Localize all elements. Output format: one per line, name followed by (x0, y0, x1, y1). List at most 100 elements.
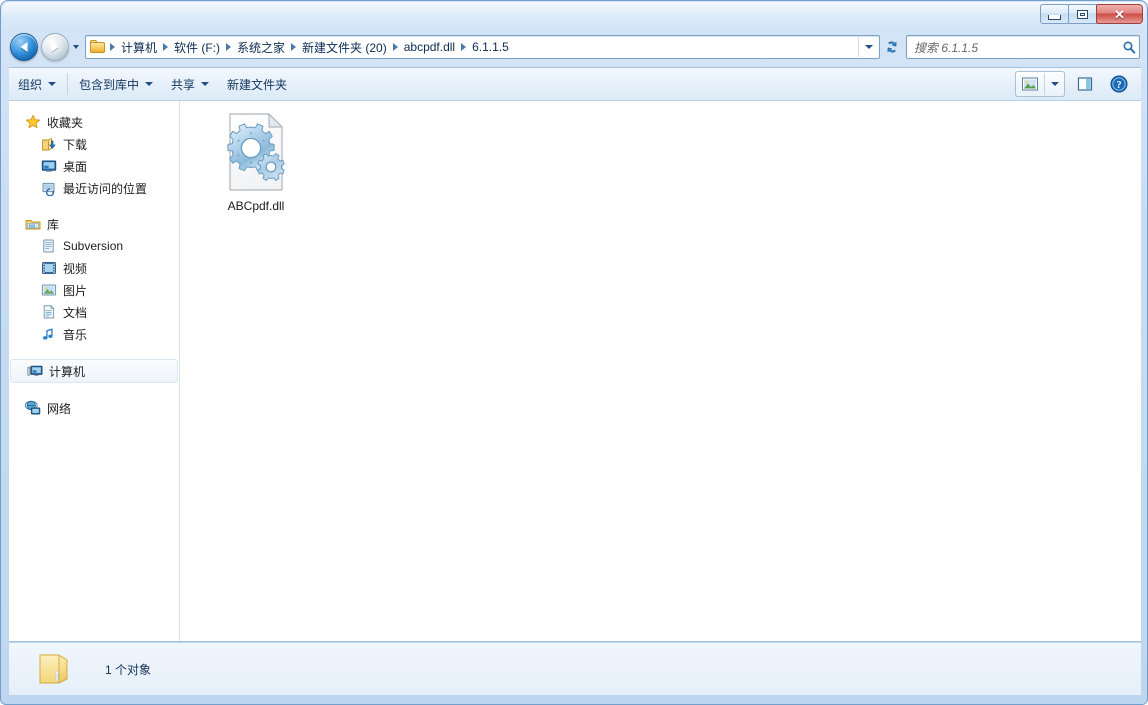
navigation-pane: 收藏夹 下载 (9, 101, 179, 641)
breadcrumb-separator-icon (461, 43, 466, 51)
toolbar-separator (67, 73, 68, 95)
svg-text:?: ? (1116, 80, 1121, 91)
window-controls: ✕ (1040, 3, 1143, 25)
chevron-down-icon (145, 82, 153, 86)
download-icon (41, 136, 57, 152)
chevron-down-icon (1051, 82, 1059, 86)
sidebar-item-computer[interactable]: 计算机 (10, 359, 178, 383)
sidebar-item-desktop[interactable]: 桌面 (9, 155, 179, 177)
computer-icon (27, 363, 43, 379)
toolbar-item-label: 组织 (18, 76, 42, 93)
breadcrumb-separator-icon (291, 43, 296, 51)
search-box[interactable]: 搜索 6.1.1.5 (906, 35, 1140, 59)
explorer-body: 收藏夹 下载 (9, 101, 1141, 642)
sidebar-item-label: 最近访问的位置 (63, 180, 147, 197)
network-icon (25, 400, 41, 416)
breadcrumb-item-folder1[interactable]: 系统之家 (233, 37, 289, 58)
refresh-button[interactable] (881, 36, 903, 58)
search-input[interactable]: 搜索 6.1.1.5 (907, 39, 1119, 56)
title-bar[interactable]: ✕ (1, 1, 1148, 29)
sidebar-item-subversion[interactable]: Subversion (9, 235, 179, 257)
maximize-restore-button[interactable] (1068, 4, 1097, 24)
sidebar-item-downloads[interactable]: 下载 (9, 133, 179, 155)
sidebar-item-label: 收藏夹 (47, 114, 83, 131)
toolbar-include-in-library-button[interactable]: 包含到库中 (70, 72, 162, 96)
status-text: 1 个对象 (105, 661, 151, 678)
list-item[interactable]: ABCpdf.dll (202, 111, 310, 213)
toolbar-new-folder-button[interactable]: 新建文件夹 (218, 72, 296, 96)
help-icon: ? (1110, 75, 1128, 93)
toolbar-item-label: 包含到库中 (79, 76, 139, 93)
breadcrumb-separator-icon (226, 43, 231, 51)
close-button[interactable]: ✕ (1096, 4, 1143, 24)
back-arrow-icon (21, 42, 28, 52)
sidebar-item-label: 音乐 (63, 326, 87, 343)
minimize-icon (1048, 15, 1061, 20)
breadcrumb-item-folder2[interactable]: 新建文件夹 (20) (298, 37, 391, 58)
address-bar-row: 计算机 软件 (F:) 系统之家 新建文件夹 (20) abcpdf.dll 6… (1, 31, 1148, 63)
sidebar-group-favorites: 收藏夹 下载 (9, 111, 179, 199)
documents-icon (41, 304, 57, 320)
toolbar-right-group: ? (1015, 71, 1141, 97)
forward-button[interactable] (41, 33, 69, 61)
status-bar: 1 个对象 (9, 643, 1141, 695)
video-icon (41, 260, 57, 276)
music-icon (41, 326, 57, 342)
sidebar-item-pictures[interactable]: 图片 (9, 279, 179, 301)
sidebar-item-libraries[interactable]: 库 (9, 213, 179, 235)
recent-locations-button[interactable] (69, 34, 82, 60)
breadcrumb-item-current[interactable]: 6.1.1.5 (468, 38, 513, 56)
sidebar-item-label: 下载 (63, 136, 87, 153)
toolbar-share-button[interactable]: 共享 (162, 72, 218, 96)
file-list-pane[interactable]: ABCpdf.dll (180, 101, 1141, 641)
sidebar-item-label: 计算机 (49, 363, 85, 380)
chevron-down-icon (48, 82, 56, 86)
back-button[interactable] (10, 33, 38, 61)
breadcrumb-item-drive[interactable]: 软件 (F:) (170, 37, 224, 58)
sidebar-item-favorites[interactable]: 收藏夹 (9, 111, 179, 133)
sidebar-item-label: 视频 (63, 260, 87, 277)
chevron-down-icon (73, 45, 79, 49)
command-toolbar: 组织 包含到库中 共享 新建文件夹 (9, 67, 1141, 101)
sidebar-item-label: Subversion (63, 239, 123, 253)
recent-places-icon (41, 180, 57, 196)
sidebar-item-network[interactable]: 网络 (9, 397, 179, 419)
sidebar-item-recent-places[interactable]: 最近访问的位置 (9, 177, 179, 199)
preview-pane-icon (1076, 76, 1094, 92)
view-mode-dropdown[interactable] (1044, 73, 1064, 95)
restore-icon (1077, 10, 1088, 19)
refresh-icon (884, 39, 900, 55)
pictures-icon (41, 282, 57, 298)
sidebar-item-music[interactable]: 音乐 (9, 323, 179, 345)
toolbar-item-label: 新建文件夹 (227, 76, 287, 93)
sidebar-item-label: 网络 (47, 400, 71, 417)
breadcrumb-separator-icon (393, 43, 398, 51)
breadcrumb: 计算机 软件 (F:) 系统之家 新建文件夹 (20) abcpdf.dll 6… (108, 37, 858, 58)
desktop-icon (41, 158, 57, 174)
subversion-icon (41, 238, 57, 254)
sidebar-group-libraries: 库 Subversion (9, 213, 179, 345)
sidebar-item-videos[interactable]: 视频 (9, 257, 179, 279)
breadcrumb-item-computer[interactable]: 计算机 (117, 37, 161, 58)
minimize-button[interactable] (1040, 4, 1069, 24)
sidebar-item-label: 文档 (63, 304, 87, 321)
toolbar-organize-button[interactable]: 组织 (9, 72, 65, 96)
sidebar-item-label: 图片 (63, 282, 87, 299)
breadcrumb-separator-icon (110, 43, 115, 51)
change-view-button[interactable] (1016, 73, 1044, 95)
folder-icon (90, 40, 106, 54)
chevron-down-icon (201, 82, 209, 86)
chevron-down-icon (865, 45, 873, 49)
close-icon: ✕ (1114, 8, 1125, 21)
help-button[interactable]: ? (1105, 72, 1133, 96)
view-icon (1021, 76, 1039, 92)
view-mode-group (1015, 71, 1065, 97)
preview-pane-button[interactable] (1071, 72, 1099, 96)
address-bar[interactable]: 计算机 软件 (F:) 系统之家 新建文件夹 (20) abcpdf.dll 6… (85, 35, 880, 59)
sidebar-item-documents[interactable]: 文档 (9, 301, 179, 323)
breadcrumb-item-folder3[interactable]: abcpdf.dll (400, 38, 459, 56)
address-history-dropdown[interactable] (858, 37, 879, 57)
library-icon (25, 216, 41, 232)
star-icon (25, 114, 41, 130)
forward-arrow-icon (52, 42, 59, 52)
